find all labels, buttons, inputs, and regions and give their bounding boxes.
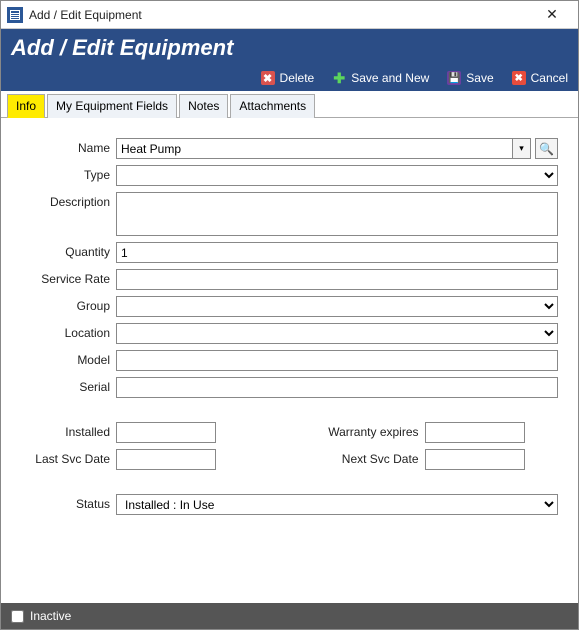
delete-icon: ✖ bbox=[261, 71, 275, 85]
next-svc-date-label: Next Svc Date bbox=[295, 449, 425, 466]
type-label: Type bbox=[21, 165, 116, 182]
tab-attachments[interactable]: Attachments bbox=[230, 94, 315, 118]
warranty-expires-label: Warranty expires bbox=[295, 422, 425, 439]
name-input[interactable] bbox=[116, 138, 513, 159]
binoculars-icon: 🔍 bbox=[539, 142, 554, 156]
delete-button[interactable]: ✖ Delete bbox=[261, 71, 315, 85]
plus-icon: ✚ bbox=[332, 71, 346, 85]
delete-label: Delete bbox=[280, 71, 315, 85]
serial-label: Serial bbox=[21, 377, 116, 394]
installed-input[interactable] bbox=[116, 422, 216, 443]
location-label: Location bbox=[21, 323, 116, 340]
save-button[interactable]: 💾 Save bbox=[447, 71, 493, 85]
toolbar: ✖ Delete ✚ Save and New 💾 Save ✖ Cancel bbox=[1, 67, 578, 91]
window-close-button[interactable]: ✕ bbox=[532, 6, 572, 23]
name-search-button[interactable]: 🔍 bbox=[535, 138, 558, 159]
last-svc-date-input[interactable] bbox=[116, 449, 216, 470]
type-select[interactable] bbox=[116, 165, 558, 186]
status-label: Status bbox=[21, 494, 116, 511]
description-textarea[interactable] bbox=[116, 192, 558, 236]
service-rate-label: Service Rate bbox=[21, 269, 116, 286]
window-title: Add / Edit Equipment bbox=[29, 8, 532, 22]
group-label: Group bbox=[21, 296, 116, 313]
installed-label: Installed bbox=[21, 422, 116, 439]
titlebar: Add / Edit Equipment ✕ bbox=[1, 1, 578, 29]
service-rate-input[interactable] bbox=[116, 269, 558, 290]
quantity-label: Quantity bbox=[21, 242, 116, 259]
tab-my-equipment-fields[interactable]: My Equipment Fields bbox=[47, 94, 177, 118]
name-dropdown-button[interactable]: ▾ bbox=[513, 138, 531, 159]
cancel-icon: ✖ bbox=[512, 71, 526, 85]
tab-info[interactable]: Info bbox=[7, 94, 45, 118]
group-select[interactable] bbox=[116, 296, 558, 317]
footer: Inactive bbox=[1, 603, 578, 629]
chevron-down-icon: ▾ bbox=[519, 143, 524, 154]
page-header: Add / Edit Equipment bbox=[1, 29, 578, 67]
save-and-new-label: Save and New bbox=[351, 71, 429, 85]
quantity-input[interactable] bbox=[116, 242, 558, 263]
status-select[interactable]: Installed : In Use bbox=[116, 494, 558, 515]
cancel-label: Cancel bbox=[531, 71, 568, 85]
page-title: Add / Edit Equipment bbox=[11, 35, 568, 61]
cancel-button[interactable]: ✖ Cancel bbox=[512, 71, 568, 85]
location-select[interactable] bbox=[116, 323, 558, 344]
inactive-label: Inactive bbox=[30, 609, 71, 623]
tab-notes[interactable]: Notes bbox=[179, 94, 228, 118]
app-icon bbox=[7, 7, 23, 23]
next-svc-date-input[interactable] bbox=[425, 449, 525, 470]
model-input[interactable] bbox=[116, 350, 558, 371]
save-label: Save bbox=[466, 71, 493, 85]
save-icon: 💾 bbox=[447, 71, 461, 85]
model-label: Model bbox=[21, 350, 116, 367]
description-label: Description bbox=[21, 192, 116, 209]
warranty-expires-input[interactable] bbox=[425, 422, 525, 443]
form-content: Name ▾ 🔍 Type Description bbox=[1, 118, 578, 603]
inactive-checkbox[interactable] bbox=[11, 610, 24, 623]
tabs: Info My Equipment Fields Notes Attachmen… bbox=[1, 93, 578, 118]
name-label: Name bbox=[21, 138, 116, 155]
serial-input[interactable] bbox=[116, 377, 558, 398]
save-and-new-button[interactable]: ✚ Save and New bbox=[332, 71, 429, 85]
last-svc-date-label: Last Svc Date bbox=[21, 449, 116, 466]
